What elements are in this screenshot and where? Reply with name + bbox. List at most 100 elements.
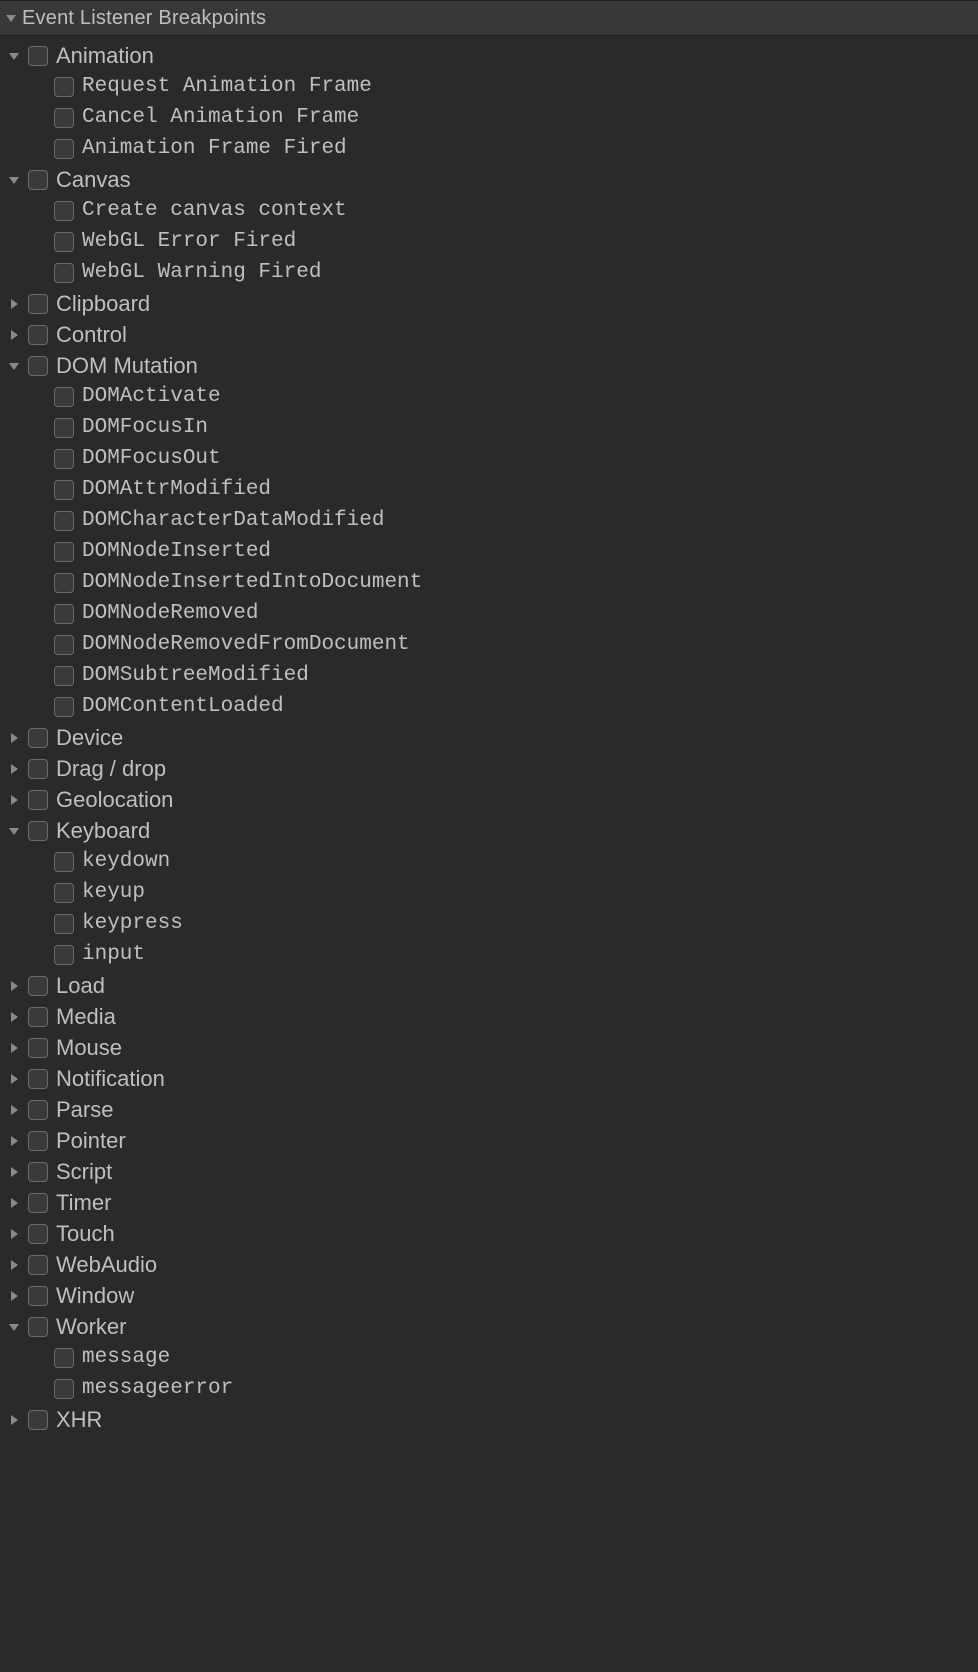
triangle-right-icon[interactable] — [4, 1410, 24, 1430]
category-row-mouse[interactable]: Mouse — [0, 1032, 978, 1063]
event-row-domnoderemoved[interactable]: DOMNodeRemoved — [0, 598, 978, 629]
panel-header[interactable]: Event Listener Breakpoints — [0, 0, 978, 36]
triangle-down-icon[interactable] — [4, 356, 24, 376]
event-row-keypress[interactable]: keypress — [0, 908, 978, 939]
event-checkbox-domactivate[interactable] — [54, 387, 74, 407]
triangle-right-icon[interactable] — [4, 1162, 24, 1182]
event-row-cancel-animation-frame[interactable]: Cancel Animation Frame — [0, 102, 978, 133]
event-row-domactivate[interactable]: DOMActivate — [0, 381, 978, 412]
event-checkbox-domattrmodified[interactable] — [54, 480, 74, 500]
category-row-worker[interactable]: Worker — [0, 1311, 978, 1342]
event-checkbox-domnoderemovedfromdocument[interactable] — [54, 635, 74, 655]
category-row-dom-mutation[interactable]: DOM Mutation — [0, 350, 978, 381]
category-row-touch[interactable]: Touch — [0, 1218, 978, 1249]
event-checkbox-webgl-error-fired[interactable] — [54, 232, 74, 252]
event-checkbox-animation-frame-fired[interactable] — [54, 139, 74, 159]
category-checkbox-window[interactable] — [28, 1286, 48, 1306]
event-row-animation-frame-fired[interactable]: Animation Frame Fired — [0, 133, 978, 164]
triangle-right-icon[interactable] — [4, 1193, 24, 1213]
category-checkbox-dom-mutation[interactable] — [28, 356, 48, 376]
triangle-right-icon[interactable] — [4, 1255, 24, 1275]
category-checkbox-animation[interactable] — [28, 46, 48, 66]
event-checkbox-domnodeinsertedintodocument[interactable] — [54, 573, 74, 593]
category-checkbox-device[interactable] — [28, 728, 48, 748]
triangle-right-icon[interactable] — [4, 1069, 24, 1089]
triangle-right-icon[interactable] — [4, 1007, 24, 1027]
event-row-create-canvas-context[interactable]: Create canvas context — [0, 195, 978, 226]
category-row-control[interactable]: Control — [0, 319, 978, 350]
triangle-down-icon[interactable] — [4, 1317, 24, 1337]
event-checkbox-keyup[interactable] — [54, 883, 74, 903]
event-row-domnoderemovedfromdocument[interactable]: DOMNodeRemovedFromDocument — [0, 629, 978, 660]
triangle-right-icon[interactable] — [4, 1038, 24, 1058]
category-row-keyboard[interactable]: Keyboard — [0, 815, 978, 846]
triangle-right-icon[interactable] — [4, 294, 24, 314]
event-checkbox-domfocusout[interactable] — [54, 449, 74, 469]
event-checkbox-create-canvas-context[interactable] — [54, 201, 74, 221]
category-checkbox-control[interactable] — [28, 325, 48, 345]
category-checkbox-worker[interactable] — [28, 1317, 48, 1337]
category-row-timer[interactable]: Timer — [0, 1187, 978, 1218]
event-checkbox-keydown[interactable] — [54, 852, 74, 872]
event-checkbox-domnodeinserted[interactable] — [54, 542, 74, 562]
event-row-domnodeinsertedintodocument[interactable]: DOMNodeInsertedIntoDocument — [0, 567, 978, 598]
event-row-domattrmodified[interactable]: DOMAttrModified — [0, 474, 978, 505]
event-row-request-animation-frame[interactable]: Request Animation Frame — [0, 71, 978, 102]
category-row-load[interactable]: Load — [0, 970, 978, 1001]
event-checkbox-domnoderemoved[interactable] — [54, 604, 74, 624]
category-row-notification[interactable]: Notification — [0, 1063, 978, 1094]
category-checkbox-geolocation[interactable] — [28, 790, 48, 810]
event-row-domcontentloaded[interactable]: DOMContentLoaded — [0, 691, 978, 722]
triangle-down-icon[interactable] — [4, 46, 24, 66]
category-row-geolocation[interactable]: Geolocation — [0, 784, 978, 815]
triangle-down-icon[interactable] — [4, 821, 24, 841]
event-checkbox-message[interactable] — [54, 1348, 74, 1368]
event-checkbox-input[interactable] — [54, 945, 74, 965]
category-checkbox-load[interactable] — [28, 976, 48, 996]
event-checkbox-cancel-animation-frame[interactable] — [54, 108, 74, 128]
event-checkbox-webgl-warning-fired[interactable] — [54, 263, 74, 283]
category-checkbox-parse[interactable] — [28, 1100, 48, 1120]
category-row-pointer[interactable]: Pointer — [0, 1125, 978, 1156]
category-checkbox-notification[interactable] — [28, 1069, 48, 1089]
event-checkbox-domcontentloaded[interactable] — [54, 697, 74, 717]
event-row-input[interactable]: input — [0, 939, 978, 970]
event-row-domfocusout[interactable]: DOMFocusOut — [0, 443, 978, 474]
category-row-parse[interactable]: Parse — [0, 1094, 978, 1125]
event-checkbox-domfocusin[interactable] — [54, 418, 74, 438]
triangle-right-icon[interactable] — [4, 1131, 24, 1151]
category-checkbox-keyboard[interactable] — [28, 821, 48, 841]
event-row-messageerror[interactable]: messageerror — [0, 1373, 978, 1404]
category-checkbox-xhr[interactable] — [28, 1410, 48, 1430]
event-row-message[interactable]: message — [0, 1342, 978, 1373]
category-checkbox-touch[interactable] — [28, 1224, 48, 1244]
category-checkbox-canvas[interactable] — [28, 170, 48, 190]
category-row-drag-drop[interactable]: Drag / drop — [0, 753, 978, 784]
event-row-domcharacterdatamodified[interactable]: DOMCharacterDataModified — [0, 505, 978, 536]
event-row-webgl-warning-fired[interactable]: WebGL Warning Fired — [0, 257, 978, 288]
triangle-right-icon[interactable] — [4, 728, 24, 748]
triangle-right-icon[interactable] — [4, 976, 24, 996]
category-row-device[interactable]: Device — [0, 722, 978, 753]
event-row-domnodeinserted[interactable]: DOMNodeInserted — [0, 536, 978, 567]
category-row-animation[interactable]: Animation — [0, 40, 978, 71]
category-row-canvas[interactable]: Canvas — [0, 164, 978, 195]
category-row-xhr[interactable]: XHR — [0, 1404, 978, 1435]
category-row-script[interactable]: Script — [0, 1156, 978, 1187]
triangle-right-icon[interactable] — [4, 790, 24, 810]
category-checkbox-script[interactable] — [28, 1162, 48, 1182]
event-row-domfocusin[interactable]: DOMFocusIn — [0, 412, 978, 443]
event-row-webgl-error-fired[interactable]: WebGL Error Fired — [0, 226, 978, 257]
event-checkbox-domcharacterdatamodified[interactable] — [54, 511, 74, 531]
triangle-right-icon[interactable] — [4, 1286, 24, 1306]
category-checkbox-pointer[interactable] — [28, 1131, 48, 1151]
event-row-keyup[interactable]: keyup — [0, 877, 978, 908]
event-checkbox-keypress[interactable] — [54, 914, 74, 934]
triangle-right-icon[interactable] — [4, 325, 24, 345]
triangle-down-icon[interactable] — [4, 170, 24, 190]
event-checkbox-domsubtreemodified[interactable] — [54, 666, 74, 686]
category-checkbox-clipboard[interactable] — [28, 294, 48, 314]
category-checkbox-timer[interactable] — [28, 1193, 48, 1213]
triangle-right-icon[interactable] — [4, 1100, 24, 1120]
event-checkbox-messageerror[interactable] — [54, 1379, 74, 1399]
